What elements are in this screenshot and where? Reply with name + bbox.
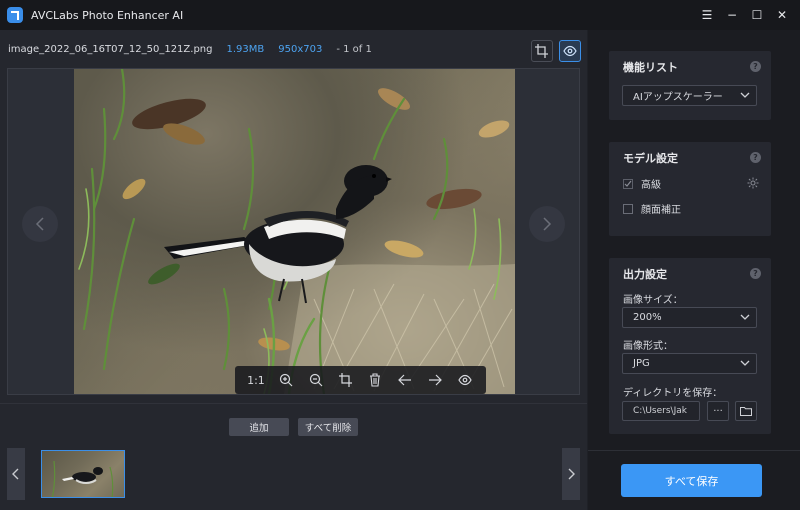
strip-next-button[interactable] (562, 448, 580, 500)
image-preview: 1:1 (7, 68, 580, 395)
settings-panel: 機能リスト ? AIアップスケーラー モデル設定 ? 高級 顔面補正 出力設定 … (588, 30, 800, 510)
check-icon (624, 180, 632, 187)
compare-view-button[interactable] (454, 369, 476, 391)
chevron-left-icon (12, 468, 19, 480)
file-size: 1.93MB (226, 43, 265, 55)
image-toolbar: 1:1 (235, 366, 486, 394)
trash-icon (370, 373, 381, 387)
close-button[interactable]: ✕ (770, 3, 794, 27)
thumbnail-item[interactable] (41, 450, 125, 498)
gear-icon[interactable] (747, 177, 759, 189)
thumbnail-bird-image (51, 460, 114, 497)
face-correction-checkbox[interactable] (623, 203, 633, 214)
panel-divider (588, 450, 800, 451)
prev-image-button[interactable] (22, 206, 58, 242)
image-size-label: 画像サイズ： (623, 295, 683, 306)
thumbnail-strip (7, 448, 580, 500)
photo-bird: 1:1 (74, 69, 515, 394)
chevron-down-icon (740, 314, 750, 320)
eye-icon (563, 45, 577, 57)
chevron-right-icon (568, 468, 575, 480)
image-format-value: JPG (633, 358, 650, 369)
crop-icon (338, 373, 352, 387)
next-button[interactable] (424, 369, 446, 391)
arrow-right-icon (429, 374, 443, 386)
delete-all-button[interactable]: すべて削除 (298, 418, 358, 436)
high-quality-checkbox[interactable] (623, 178, 633, 189)
add-button[interactable]: 追加 (229, 418, 289, 436)
help-icon[interactable]: ? (750, 61, 761, 72)
image-size-select[interactable]: 200% (622, 307, 757, 328)
save-directory-input[interactable]: C:\Users\Jak (622, 401, 700, 421)
output-settings-title: 出力設定 (623, 268, 667, 281)
preview-toggle-button[interactable] (559, 40, 581, 62)
strip-prev-button[interactable] (7, 448, 25, 500)
title-bar: AVCLabs Photo Enhancer AI ☰ − ☐ ✕ (0, 0, 800, 30)
bird-photo-illustration (78, 69, 515, 394)
crop-icon (535, 44, 548, 58)
feature-list-title: 機能リスト (623, 61, 678, 74)
help-icon[interactable]: ? (750, 152, 761, 163)
actual-size-button[interactable]: 1:1 (245, 369, 267, 391)
image-format-select[interactable]: JPG (622, 353, 757, 374)
maximize-button[interactable]: ☐ (745, 3, 769, 27)
zoom-out-button[interactable] (305, 369, 327, 391)
chevron-down-icon (740, 360, 750, 366)
face-correction-label: 顔面補正 (641, 205, 681, 216)
workspace: image_2022_06_16T07_12_50_121Z.png 1.93M… (0, 30, 587, 510)
high-quality-label: 高級 (641, 180, 661, 191)
chevron-left-icon (35, 217, 44, 231)
file-count: - 1 of 1 (336, 43, 372, 55)
menu-button[interactable]: ☰ (695, 3, 719, 27)
file-dimensions: 950x703 (278, 43, 323, 55)
file-info-bar: image_2022_06_16T07_12_50_121Z.png 1.93M… (0, 30, 587, 68)
chevron-right-icon (543, 217, 552, 231)
model-settings-title: モデル設定 (623, 152, 678, 165)
crop-button[interactable] (335, 369, 357, 391)
window-controls: ☰ − ☐ ✕ (694, 0, 794, 30)
output-settings-card: 出力設定 ? 画像サイズ： 200% 画像形式： JPG ディレクトリを保存： … (609, 258, 771, 434)
crop-tool-button[interactable] (531, 40, 553, 62)
previous-button[interactable] (394, 369, 416, 391)
zoom-out-icon (309, 373, 323, 387)
save-directory-label: ディレクトリを保存： (623, 388, 723, 399)
model-settings-card: モデル設定 ? 高級 顔面補正 (609, 142, 771, 236)
minimize-button[interactable]: − (720, 3, 744, 27)
open-folder-button[interactable] (735, 401, 757, 421)
arrow-left-icon (398, 374, 412, 386)
feature-list-card: 機能リスト ? AIアップスケーラー (609, 51, 771, 120)
next-image-button[interactable] (529, 206, 565, 242)
help-icon[interactable]: ? (750, 268, 761, 279)
folder-icon (740, 407, 752, 416)
image-size-value: 200% (633, 312, 662, 323)
image-format-label: 画像形式： (623, 341, 673, 352)
file-name: image_2022_06_16T07_12_50_121Z.png (8, 43, 213, 55)
feature-select-value: AIアップスケーラー (633, 92, 723, 103)
save-all-button[interactable]: すべて保存 (621, 464, 762, 497)
feature-select[interactable]: AIアップスケーラー (622, 85, 757, 106)
eye-icon (458, 374, 472, 386)
app-title: AVCLabs Photo Enhancer AI (31, 8, 184, 22)
workspace-divider (0, 403, 587, 404)
browse-more-button[interactable]: ··· (707, 401, 729, 421)
zoom-in-icon (279, 373, 293, 387)
high-quality-option: 高級 (623, 176, 661, 191)
app-logo-icon (7, 7, 23, 23)
delete-button[interactable] (364, 369, 386, 391)
chevron-down-icon (740, 92, 750, 98)
face-correction-option: 顔面補正 (623, 201, 681, 216)
zoom-in-button[interactable] (275, 369, 297, 391)
